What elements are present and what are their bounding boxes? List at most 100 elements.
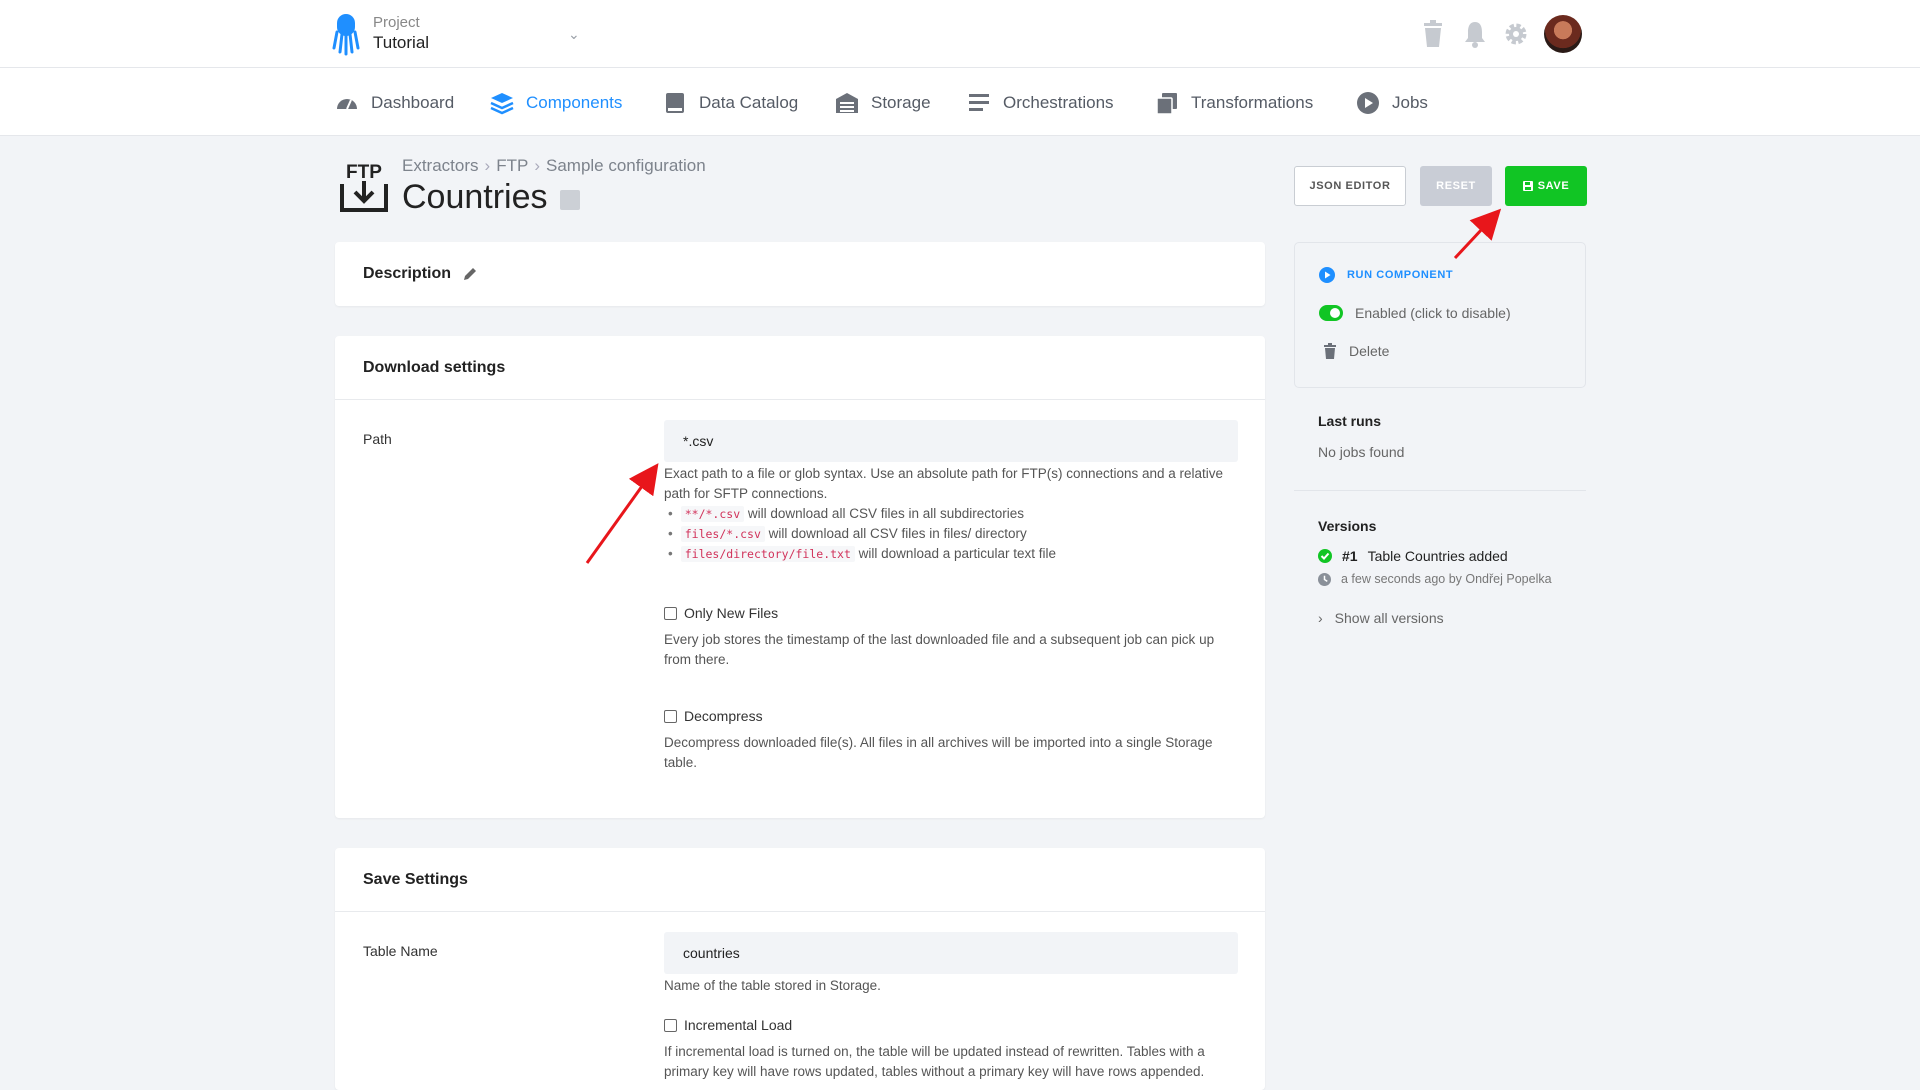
nav-label: Transformations bbox=[1191, 93, 1314, 112]
run-component-label: RUN COMPONENT bbox=[1347, 269, 1454, 281]
nav-label: Storage bbox=[871, 93, 931, 112]
only-new-files-checkbox[interactable]: Only New Files bbox=[664, 605, 778, 621]
nav-label: Components bbox=[526, 93, 623, 112]
page-title: Countries bbox=[402, 178, 548, 216]
download-settings-header: Download settings bbox=[335, 336, 1265, 400]
description-header[interactable]: Description bbox=[335, 242, 1265, 306]
layers-icon bbox=[490, 93, 514, 115]
example-text: will download all CSV files in all subdi… bbox=[747, 506, 1025, 521]
divider bbox=[1294, 490, 1586, 491]
breadcrumb-separator: › bbox=[534, 156, 540, 175]
example-text: will download a particular text file bbox=[858, 546, 1057, 561]
table-name-label: Table Name bbox=[363, 943, 438, 959]
description-card: Description bbox=[335, 242, 1265, 306]
nav-dashboard[interactable]: Dashboard bbox=[335, 90, 454, 116]
bars-icon bbox=[969, 94, 989, 111]
toggle-switch[interactable] bbox=[1319, 305, 1343, 321]
main-nav: Dashboard Components Data Catalog Storag… bbox=[0, 68, 1920, 136]
nav-label: Dashboard bbox=[371, 93, 455, 112]
pencil-icon[interactable] bbox=[463, 267, 477, 281]
save-settings-header: Save Settings bbox=[335, 848, 1265, 912]
enabled-label: Enabled (click to disable) bbox=[1355, 305, 1511, 321]
checkbox[interactable] bbox=[664, 606, 677, 620]
description-heading: Description bbox=[363, 265, 452, 282]
trash-icon bbox=[1324, 343, 1336, 359]
decompress-label: Decompress bbox=[684, 708, 763, 724]
show-all-versions-label: Show all versions bbox=[1334, 610, 1444, 626]
incremental-load-checkbox[interactable]: Incremental Load bbox=[664, 1017, 792, 1033]
project-label: Project bbox=[373, 14, 420, 31]
dashboard-icon bbox=[337, 99, 357, 110]
version-description: Table Countries added bbox=[1367, 548, 1508, 564]
table-name-help: Name of the table stored in Storage. bbox=[664, 978, 881, 993]
nav-data-catalog[interactable]: Data Catalog bbox=[663, 90, 798, 116]
run-component-button[interactable]: RUN COMPONENT bbox=[1319, 267, 1453, 283]
nav-storage[interactable]: Storage bbox=[835, 90, 931, 116]
breadcrumb-ftp[interactable]: FTP bbox=[496, 156, 528, 175]
nav-label: Data Catalog bbox=[699, 93, 799, 112]
list-item: **/*.csv will download all CSV files in … bbox=[668, 504, 1238, 524]
nav-orchestrations[interactable]: Orchestrations bbox=[967, 90, 1114, 116]
save-label: SAVE bbox=[1537, 180, 1570, 192]
breadcrumb: Extractors › FTP › Sample configuration bbox=[402, 156, 706, 176]
keboola-logo-icon[interactable] bbox=[331, 12, 361, 56]
nav-label: Orchestrations bbox=[1003, 93, 1114, 112]
play-circle-icon bbox=[1357, 92, 1379, 114]
delete-button[interactable]: Delete bbox=[1319, 343, 1389, 359]
example-text: will download all CSV files in files/ di… bbox=[768, 526, 1027, 541]
nav-jobs[interactable]: Jobs bbox=[1356, 90, 1428, 116]
save-button[interactable]: SAVE bbox=[1505, 166, 1587, 206]
version-meta-row: a few seconds ago by Ondřej Popelka bbox=[1318, 572, 1552, 586]
incremental-load-label: Incremental Load bbox=[684, 1017, 793, 1033]
book-icon bbox=[666, 93, 684, 113]
top-bar: Project Tutorial ⌄ bbox=[0, 0, 1920, 68]
avatar[interactable] bbox=[1544, 15, 1582, 53]
path-help: Exact path to a file or glob syntax. Use… bbox=[664, 464, 1238, 564]
decompress-help: Decompress downloaded file(s). All files… bbox=[664, 735, 1213, 770]
save-settings-card: Save Settings Table Name countries Name … bbox=[335, 848, 1265, 1090]
breadcrumb-extractors[interactable]: Extractors bbox=[402, 156, 479, 175]
incremental-load-help: If incremental load is turned on, the ta… bbox=[664, 1044, 1205, 1079]
reset-button[interactable]: RESET bbox=[1420, 166, 1492, 206]
nav-transformations[interactable]: Transformations bbox=[1155, 90, 1313, 116]
last-runs-heading: Last runs bbox=[1318, 413, 1382, 429]
enabled-toggle[interactable]: Enabled (click to disable) bbox=[1319, 305, 1511, 321]
project-name: Tutorial bbox=[373, 33, 430, 52]
clock-icon bbox=[1318, 572, 1331, 586]
list-item: files/directory/file.txt will download a… bbox=[668, 544, 1238, 564]
ftp-download-icon: FTP bbox=[340, 162, 388, 212]
delete-label: Delete bbox=[1349, 343, 1390, 359]
checkbox[interactable] bbox=[664, 1018, 677, 1032]
breadcrumb-current[interactable]: Sample configuration bbox=[546, 156, 706, 175]
copy-icon bbox=[1156, 93, 1177, 115]
check-circle-icon bbox=[1318, 549, 1332, 563]
edit-title-icon[interactable] bbox=[559, 189, 580, 210]
checkbox[interactable] bbox=[664, 709, 677, 723]
chevron-down-icon[interactable]: ⌄ bbox=[568, 26, 580, 43]
versions-heading: Versions bbox=[1318, 518, 1377, 534]
nav-components[interactable]: Components bbox=[490, 90, 622, 116]
version-meta: a few seconds ago by Ondřej Popelka bbox=[1341, 572, 1552, 586]
ftp-icon-text: FTP bbox=[346, 162, 382, 183]
path-label: Path bbox=[363, 431, 392, 447]
list-item: files/*.csv will download all CSV files … bbox=[668, 524, 1238, 544]
path-help-text: Exact path to a file or glob syntax. Use… bbox=[664, 466, 1224, 501]
path-input[interactable]: *.csv bbox=[664, 420, 1238, 462]
table-name-input[interactable]: countries bbox=[664, 932, 1238, 974]
trash-icon[interactable] bbox=[1420, 20, 1446, 48]
example-code: files/*.csv bbox=[680, 526, 765, 542]
gear-icon[interactable] bbox=[1503, 20, 1529, 48]
project-switcher[interactable]: Project Tutorial bbox=[373, 14, 429, 54]
nav-label: Jobs bbox=[1392, 93, 1428, 112]
only-new-files-help: Every job stores the timestamp of the la… bbox=[664, 632, 1215, 667]
version-row[interactable]: #1 Table Countries added bbox=[1318, 548, 1508, 564]
json-editor-button[interactable]: JSON EDITOR bbox=[1294, 166, 1406, 206]
floppy-icon bbox=[1522, 181, 1533, 191]
show-all-versions-link[interactable]: › Show all versions bbox=[1318, 610, 1444, 626]
breadcrumb-separator: › bbox=[484, 156, 491, 175]
page-title-row: Countries bbox=[402, 178, 580, 217]
example-code: files/directory/file.txt bbox=[680, 546, 855, 562]
only-new-files-label: Only New Files bbox=[684, 605, 779, 621]
decompress-checkbox[interactable]: Decompress bbox=[664, 708, 763, 724]
bell-icon[interactable] bbox=[1462, 20, 1488, 48]
